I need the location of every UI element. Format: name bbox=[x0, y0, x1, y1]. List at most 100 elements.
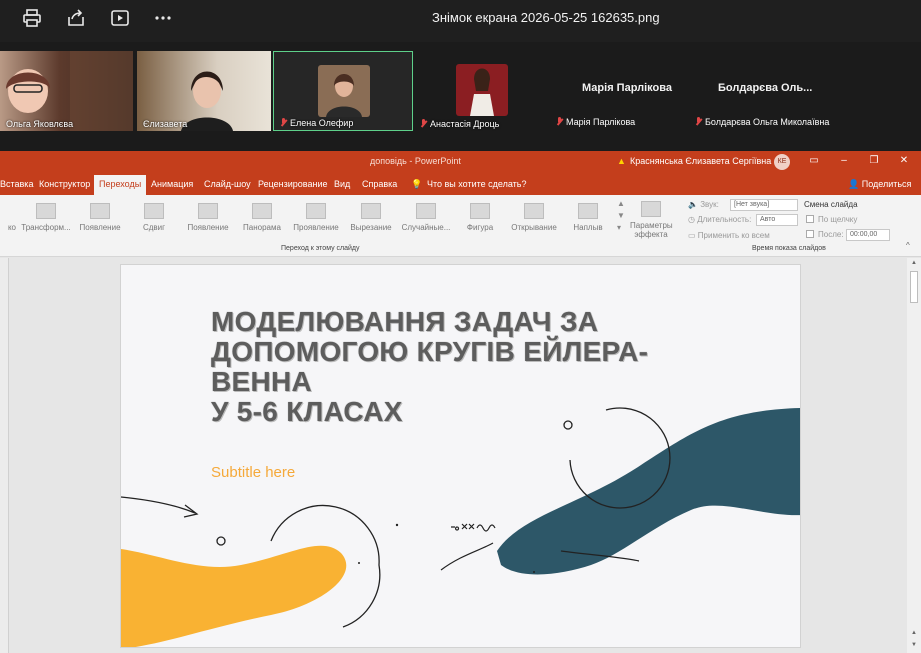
transition-icon bbox=[36, 203, 56, 219]
transition-uncover[interactable]: Открывание bbox=[506, 203, 562, 232]
transition-pan[interactable]: Панорама bbox=[234, 203, 290, 232]
restore-icon[interactable]: ❐ bbox=[868, 155, 880, 167]
transition-icon bbox=[578, 203, 598, 219]
slide-thumbnails-panel[interactable] bbox=[0, 258, 9, 653]
sound-label: 🔈 Звук: bbox=[688, 200, 719, 209]
participant-name: Єлизавета bbox=[143, 119, 188, 129]
transition-shape[interactable]: Фигура bbox=[452, 203, 508, 232]
transition-shift[interactable]: Сдвиг bbox=[126, 203, 182, 232]
teal-wave-shape bbox=[497, 408, 800, 575]
slide-subtitle[interactable]: Subtitle here bbox=[211, 464, 295, 481]
dot bbox=[358, 562, 360, 564]
effect-options-button[interactable]: Параметры эффекта bbox=[630, 201, 673, 239]
participant-name: Ольга Яковлєва bbox=[6, 119, 74, 129]
small-circle-left bbox=[216, 536, 226, 546]
transition-appear-2[interactable]: Появление bbox=[180, 203, 236, 232]
avatar[interactable]: КЕ bbox=[774, 154, 790, 170]
user-name[interactable]: Краснянська Єлизавета Сергіївна bbox=[630, 156, 771, 166]
tab-help[interactable]: Справка bbox=[362, 179, 397, 189]
on-click-label: По щелчку bbox=[818, 215, 858, 224]
transition-random[interactable]: Случайные... bbox=[398, 203, 454, 232]
squiggle-marks bbox=[451, 523, 496, 532]
arrow-line bbox=[121, 496, 199, 518]
sound-select[interactable]: [Нет звука] bbox=[730, 199, 798, 211]
participant-tile[interactable]: Анастасія Дроць bbox=[414, 51, 554, 131]
tell-me-search[interactable]: Что вы хотите сделать? bbox=[427, 179, 527, 189]
apply-all-icon: ▭ bbox=[688, 231, 696, 240]
transition-icon bbox=[144, 203, 164, 219]
image-filename: Знімок екрана 2026-05-25 162635.png bbox=[432, 10, 660, 25]
group-label-transition: Переход к этому слайду bbox=[281, 245, 360, 252]
tab-animations[interactable]: Анимация bbox=[151, 179, 193, 189]
lightbulb-icon: 💡 bbox=[411, 179, 423, 189]
curve-stroke bbox=[440, 542, 494, 571]
share-label: Поделиться bbox=[861, 179, 912, 189]
participants-strip: Ольга Яковлєва Єлизавета Елена Олефир Ан… bbox=[0, 42, 921, 146]
print-icon[interactable] bbox=[22, 8, 46, 28]
slide-title-line: У 5-6 КЛАСАХ bbox=[211, 396, 403, 427]
transition-icon bbox=[470, 203, 490, 219]
participant-name: Елена Олефир bbox=[290, 118, 354, 128]
ribbon-display-icon[interactable]: ▭ bbox=[808, 155, 820, 167]
transition-icon bbox=[361, 203, 381, 219]
participant-display-name: Болдарєва Оль... bbox=[718, 82, 813, 94]
duration-label: ◷ Длительность: bbox=[688, 215, 751, 224]
slide-title[interactable]: МОДЕЛЮВАННЯ ЗАДАЧ ЗА ДОПОМОГОЮ КРУГІВ ЕЙ… bbox=[211, 307, 691, 427]
after-checkbox[interactable]: После: bbox=[806, 230, 844, 239]
orange-wave-shape bbox=[121, 545, 347, 647]
tab-review[interactable]: Рецензирование bbox=[258, 179, 328, 189]
share-icon[interactable] bbox=[66, 8, 90, 28]
document-title: доповідь - PowerPoint bbox=[370, 156, 461, 166]
transition-icon bbox=[90, 203, 110, 219]
vertical-scrollbar[interactable]: ▲ ▲ ▼ bbox=[907, 258, 921, 653]
apply-all-button[interactable]: ▭ Применить ко всем bbox=[688, 231, 770, 240]
checkbox-icon bbox=[806, 215, 814, 223]
tab-slideshow[interactable]: Слайд-шоу bbox=[204, 179, 251, 189]
transitions-ribbon: ко Трансформ... Появление Сдвиг Появлени… bbox=[0, 195, 921, 257]
transition-icon bbox=[252, 203, 272, 219]
scroll-prev-slide-icon[interactable]: ▲ bbox=[910, 630, 918, 636]
scroll-thumb[interactable] bbox=[910, 271, 918, 303]
transition-cover[interactable]: Наплыв bbox=[560, 203, 616, 232]
tab-insert[interactable]: Вставка bbox=[0, 179, 33, 189]
transition-fade[interactable]: Проявление bbox=[288, 203, 344, 232]
close-icon[interactable]: ✕ bbox=[898, 155, 910, 167]
collapse-ribbon-icon[interactable]: ^ bbox=[906, 241, 910, 250]
after-label: После: bbox=[818, 230, 844, 239]
minimize-icon[interactable]: – bbox=[838, 155, 850, 167]
transition-partial[interactable]: ко bbox=[0, 203, 18, 232]
gallery-scroll-down-icon[interactable]: ▼ bbox=[617, 211, 625, 220]
group-label-timing: Время показа слайдов bbox=[752, 245, 826, 252]
gallery-expand-icon[interactable]: ▾ bbox=[617, 223, 621, 232]
transition-icon bbox=[306, 203, 326, 219]
transition-icon bbox=[198, 203, 218, 219]
participant-tile[interactable]: Єлизавета bbox=[137, 51, 271, 131]
dot bbox=[395, 523, 399, 527]
participant-display-name: Марія Парлікова bbox=[582, 82, 672, 94]
effect-options-icon bbox=[641, 201, 661, 217]
after-time-input[interactable]: 00:00,00 bbox=[846, 229, 890, 241]
transition-appear[interactable]: Появление bbox=[72, 203, 128, 232]
title-bar: доповідь - PowerPoint ▲ Краснянська Єлиз… bbox=[0, 151, 921, 173]
participant-tile-active[interactable]: Елена Олефир bbox=[273, 51, 413, 131]
on-click-checkbox[interactable]: По щелчку bbox=[806, 215, 857, 224]
scroll-up-icon[interactable]: ▲ bbox=[910, 260, 918, 266]
advance-slide-label: Смена слайда bbox=[804, 200, 858, 209]
dot bbox=[533, 571, 535, 573]
tab-view[interactable]: Вид bbox=[334, 179, 350, 189]
powerpoint-window: доповідь - PowerPoint ▲ Краснянська Єлиз… bbox=[0, 151, 921, 653]
scroll-next-slide-icon[interactable]: ▼ bbox=[910, 642, 918, 648]
tab-transitions[interactable]: Переходы bbox=[94, 175, 147, 195]
share-button[interactable]: 👤 Поделиться bbox=[848, 179, 911, 190]
slide-canvas[interactable]: МОДЕЛЮВАННЯ ЗАДАЧ ЗА ДОПОМОГОЮ КРУГІВ ЕЙ… bbox=[120, 264, 801, 648]
transition-morph[interactable]: Трансформ... bbox=[18, 203, 74, 232]
participant-tile[interactable]: Ольга Яковлєва bbox=[0, 51, 133, 131]
more-icon[interactable] bbox=[153, 8, 177, 28]
duration-input[interactable]: Авто bbox=[756, 214, 798, 226]
gallery-scroll-up-icon[interactable]: ▲ bbox=[617, 199, 625, 208]
transition-cut[interactable]: Вырезание bbox=[343, 203, 399, 232]
mic-off-icon bbox=[420, 119, 427, 128]
tab-design[interactable]: Конструктор bbox=[39, 179, 90, 189]
slideshow-icon[interactable] bbox=[110, 8, 134, 28]
checkbox-icon bbox=[806, 230, 814, 238]
